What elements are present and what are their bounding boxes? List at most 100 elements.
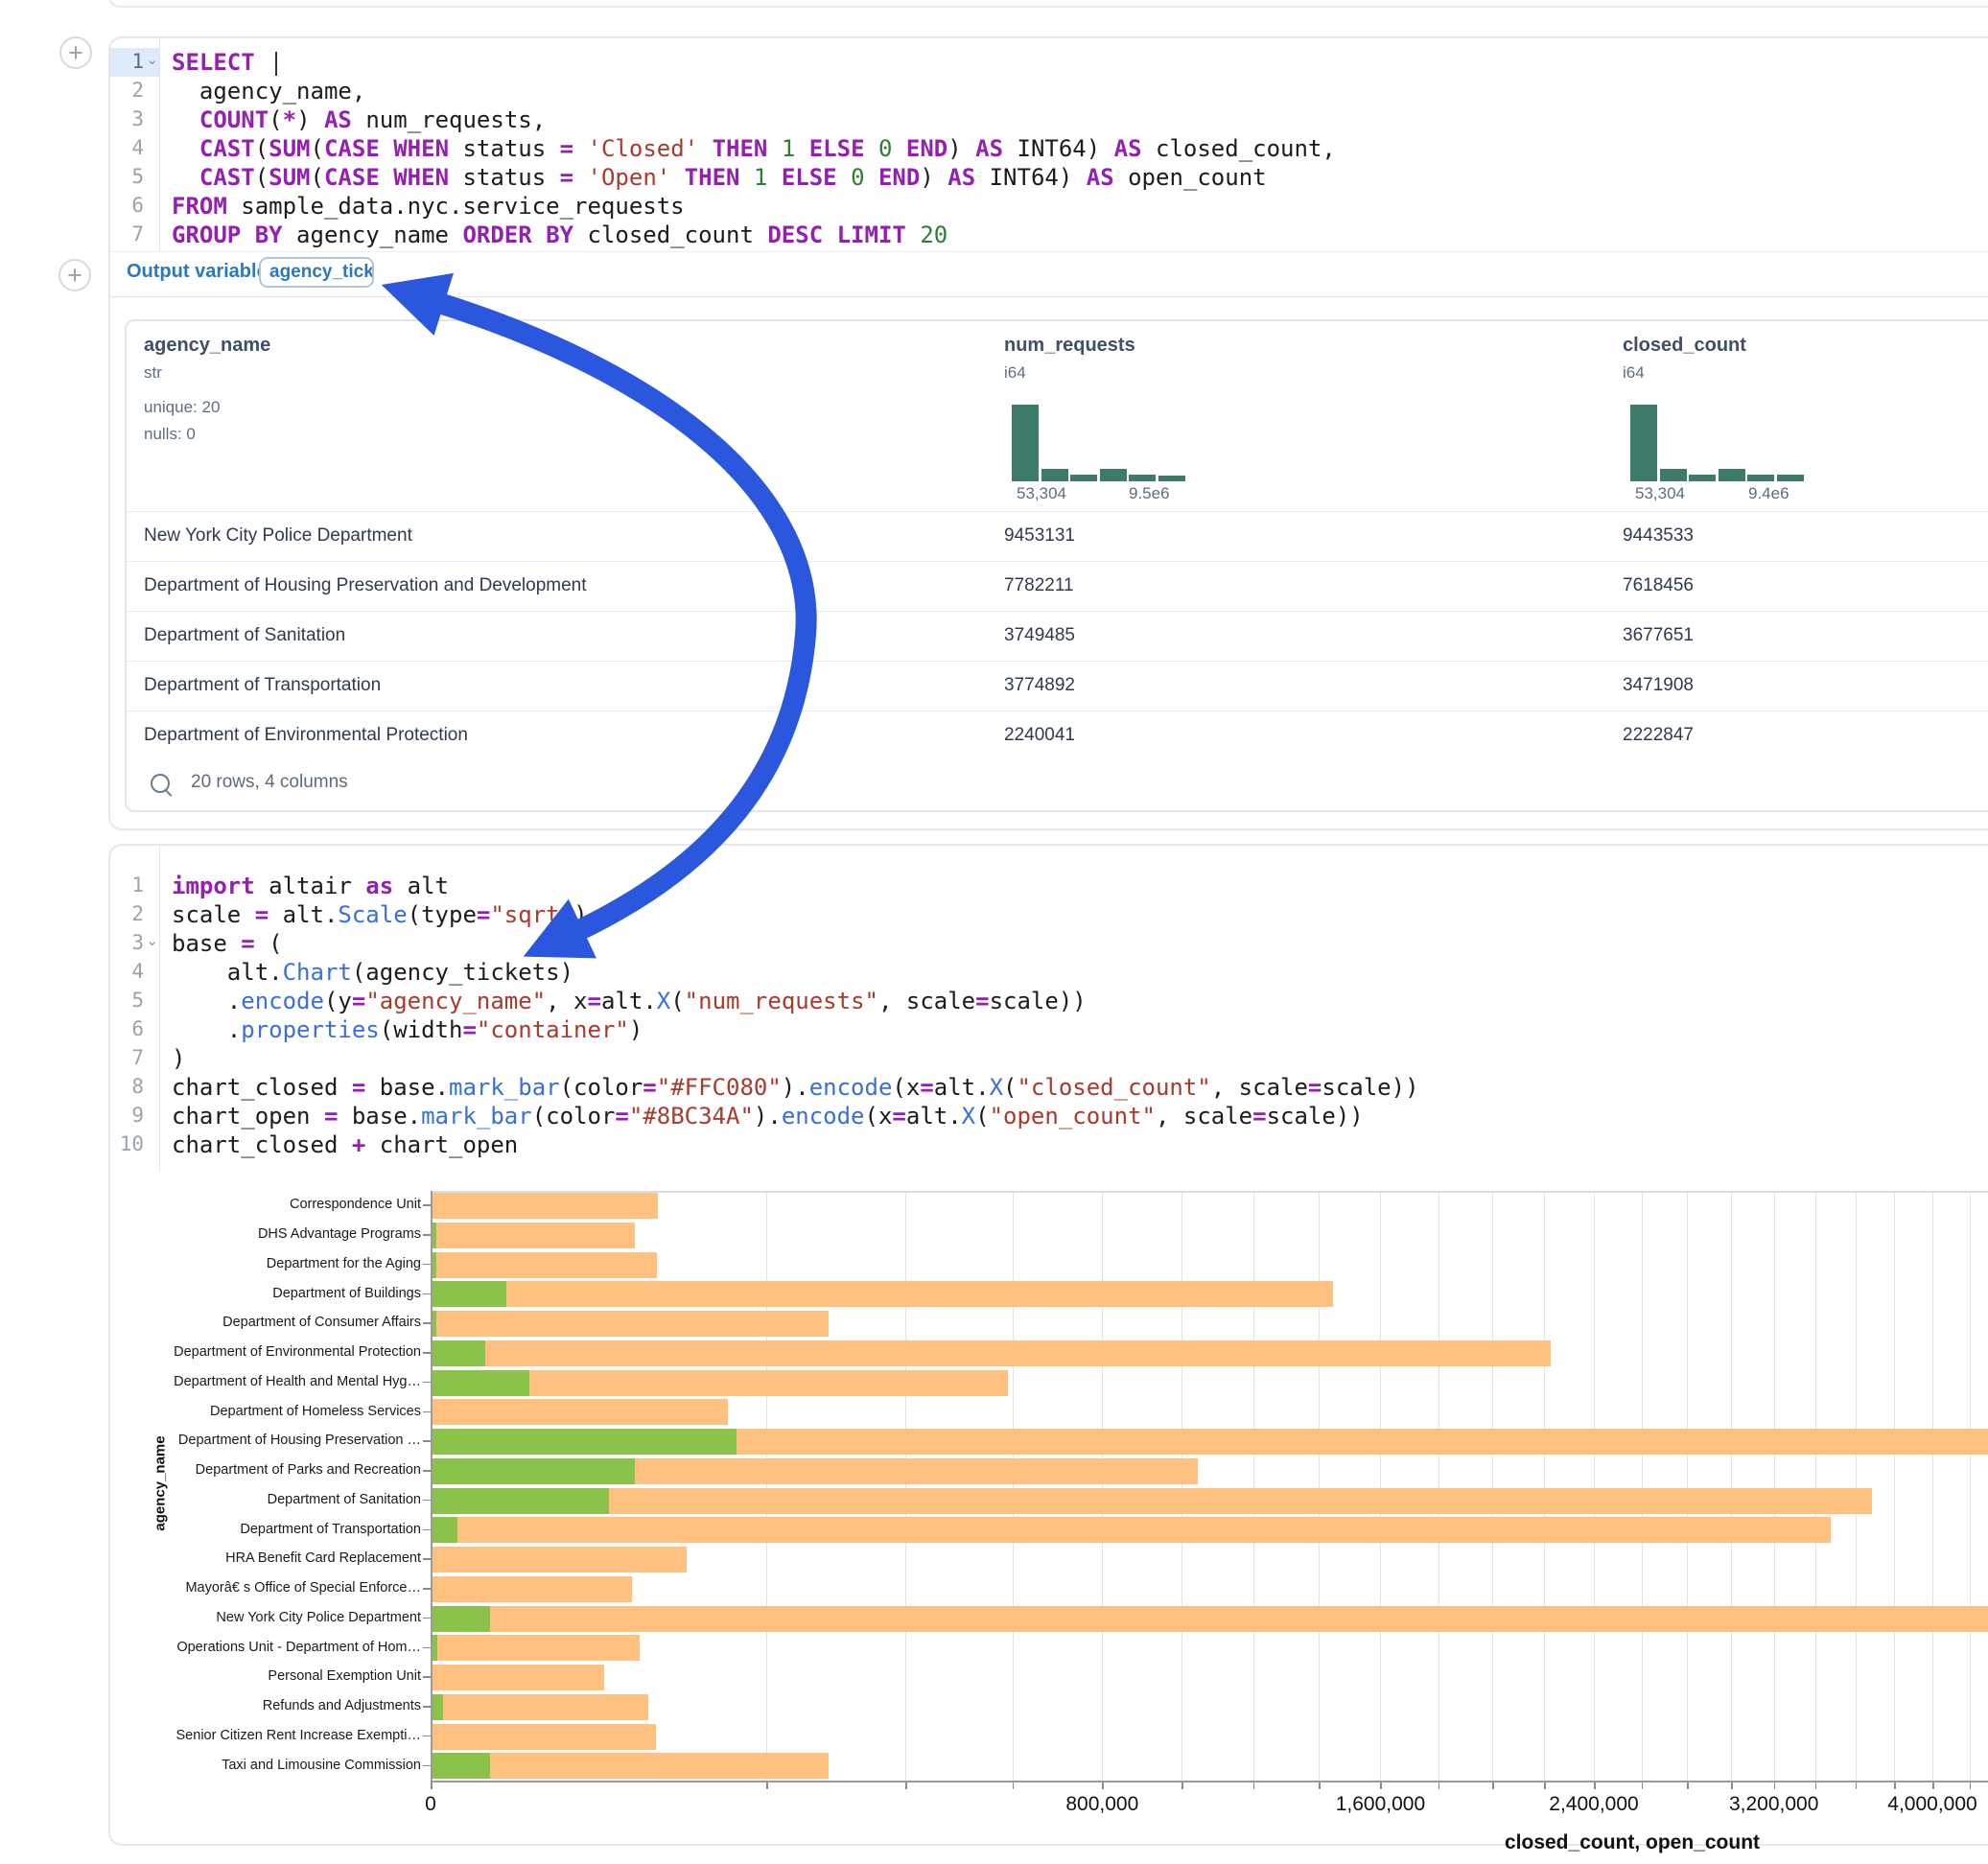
x-tick [1970,1782,1972,1789]
open-count-bar[interactable] [432,1753,490,1779]
line-number-row[interactable]: 10 [110,1130,159,1159]
open-count-bar[interactable] [432,1606,490,1632]
gridline [1894,1192,1895,1781]
line-number-row[interactable]: 1 [110,872,159,900]
line-number-row[interactable]: 6 [110,1015,159,1044]
sql-code[interactable]: SELECT agency_name, COUNT(*) AS num_requ… [172,38,1988,249]
column-name[interactable]: closed_count [1623,335,1746,357]
y-axis-label: Department of Homeless Services [133,1404,421,1419]
fold-chevron-icon[interactable]: ⌄ [146,932,158,949]
column-name[interactable]: agency_name [144,335,270,357]
open-count-bar[interactable] [432,1429,737,1455]
table-row[interactable]: Department of Sanitation37494853677651 [127,611,1988,662]
line-number-row[interactable]: 4 [110,134,159,163]
code-line[interactable]: agency_name, [172,77,1988,105]
line-number-row[interactable]: 5 [110,987,159,1015]
x-tick [1774,1782,1776,1789]
histogram-bar [1660,469,1687,481]
closed-count-bar[interactable] [432,1547,687,1573]
open-count-bar[interactable] [432,1517,457,1543]
closed-count-bar[interactable] [432,1635,640,1661]
code-line[interactable]: GROUP BY agency_name ORDER BY closed_cou… [172,221,1988,249]
line-number-row[interactable]: 1⌄ [110,48,159,77]
closed-count-bar[interactable] [432,1517,1831,1543]
closed-count-bar[interactable] [432,1252,657,1278]
open-count-bar[interactable] [432,1458,635,1484]
code-line[interactable]: CAST(SUM(CASE WHEN status = 'Open' THEN … [172,163,1988,192]
output-variable-pill[interactable]: agency_tickets [259,257,374,288]
open-count-bar[interactable] [432,1223,436,1248]
line-number-row[interactable]: 3⌄ [110,929,159,958]
closed-count-bar[interactable] [432,1606,1988,1632]
closed-count-bar[interactable] [432,1399,728,1425]
closed-count-bar[interactable] [432,1223,635,1248]
add-cell-button-2[interactable]: + [58,259,91,291]
closed-count-bar[interactable] [432,1311,829,1337]
closed-count-bar[interactable] [432,1281,1333,1307]
sql-editor[interactable]: 1⌄234567 SELECT agency_name, COUNT(*) AS… [110,38,1988,251]
code-line[interactable]: COUNT(*) AS num_requests, [172,105,1988,134]
open-count-bar[interactable] [432,1635,437,1661]
table-row[interactable]: Department of Housing Preservation and D… [127,561,1988,612]
y-axis-label: Department for the Aging [133,1256,421,1271]
code-line[interactable]: alt.Chart(agency_tickets) [172,958,1988,987]
open-count-bar[interactable] [432,1340,485,1366]
line-number-row[interactable]: 2 [110,900,159,929]
closed-count-bar[interactable] [432,1665,604,1690]
code-line[interactable]: .properties(width="container") [172,1015,1988,1044]
line-number-row[interactable]: 7 [110,221,159,249]
table-row[interactable]: Department of Environmental Protection22… [127,711,1988,761]
closed-count-bar[interactable] [432,1724,656,1750]
table-row[interactable]: New York City Police Department945313194… [127,511,1988,562]
closed-count-bar[interactable] [432,1753,829,1779]
add-cell-button[interactable]: + [59,36,92,69]
line-number-row[interactable]: 2 [110,77,159,105]
closed-count-bar[interactable] [432,1694,648,1720]
code-line[interactable]: base = ( [172,929,1988,958]
line-number-row[interactable]: 9 [110,1102,159,1130]
code-line[interactable]: FROM sample_data.nyc.service_requests [172,192,1988,221]
code-line[interactable]: ) [172,1044,1988,1073]
table-row[interactable]: Department of Transportation377489234719… [127,661,1988,711]
code-token: ). [754,1103,782,1130]
code-token: = [920,1074,933,1101]
closed-count-bar[interactable] [432,1488,1872,1514]
code-line[interactable]: chart_open = base.mark_bar(color="#8BC34… [172,1102,1988,1130]
open-count-bar[interactable] [432,1281,506,1307]
open-count-bar[interactable] [432,1694,443,1720]
code-token: ) [573,901,587,928]
column-name[interactable]: num_requests [1004,335,1135,357]
code-line[interactable]: chart_closed = base.mark_bar(color="#FFC… [172,1073,1988,1102]
open-count-bar[interactable] [432,1252,436,1278]
closed-count-bar[interactable] [432,1576,632,1602]
line-number-row[interactable]: 7 [110,1044,159,1073]
line-number-row[interactable]: 5 [110,163,159,192]
gridline [1319,1192,1320,1781]
code-line[interactable]: scale = alt.Scale(type="sqrt") [172,900,1988,929]
line-number-row[interactable]: 8 [110,1073,159,1102]
line-number-row[interactable]: 4 [110,958,159,987]
search-icon[interactable] [151,774,170,793]
closed-count-bar[interactable] [432,1340,1551,1366]
code-token: CASE [324,164,380,191]
histogram-bar [1041,469,1068,481]
code-line[interactable]: .encode(y="agency_name", x=alt.X("num_re… [172,987,1988,1015]
open-count-bar[interactable] [432,1488,609,1514]
open-count-bar[interactable] [432,1370,529,1396]
line-number-row[interactable]: 3 [110,105,159,134]
line-number-row[interactable]: 6 [110,192,159,221]
fold-chevron-icon[interactable]: ⌄ [146,51,158,68]
code-token: alt [393,873,449,899]
code-line[interactable]: SELECT [172,48,1988,77]
code-line[interactable]: CAST(SUM(CASE WHEN status = 'Closed' THE… [172,134,1988,163]
x-tick [766,1782,768,1789]
python-editor[interactable]: 123⌄45678910 import altair as altscale =… [110,846,1988,1172]
closed-count-bar[interactable] [432,1193,658,1219]
code-line[interactable]: import altair as alt [172,872,1988,900]
code-token: AS [947,164,975,191]
code-line[interactable]: chart_closed + chart_open [172,1130,1988,1159]
open-count-bar[interactable] [432,1311,436,1337]
y-tick [423,1706,431,1708]
text-caret [275,52,277,76]
python-code[interactable]: import altair as altscale = alt.Scale(ty… [172,846,1988,1159]
